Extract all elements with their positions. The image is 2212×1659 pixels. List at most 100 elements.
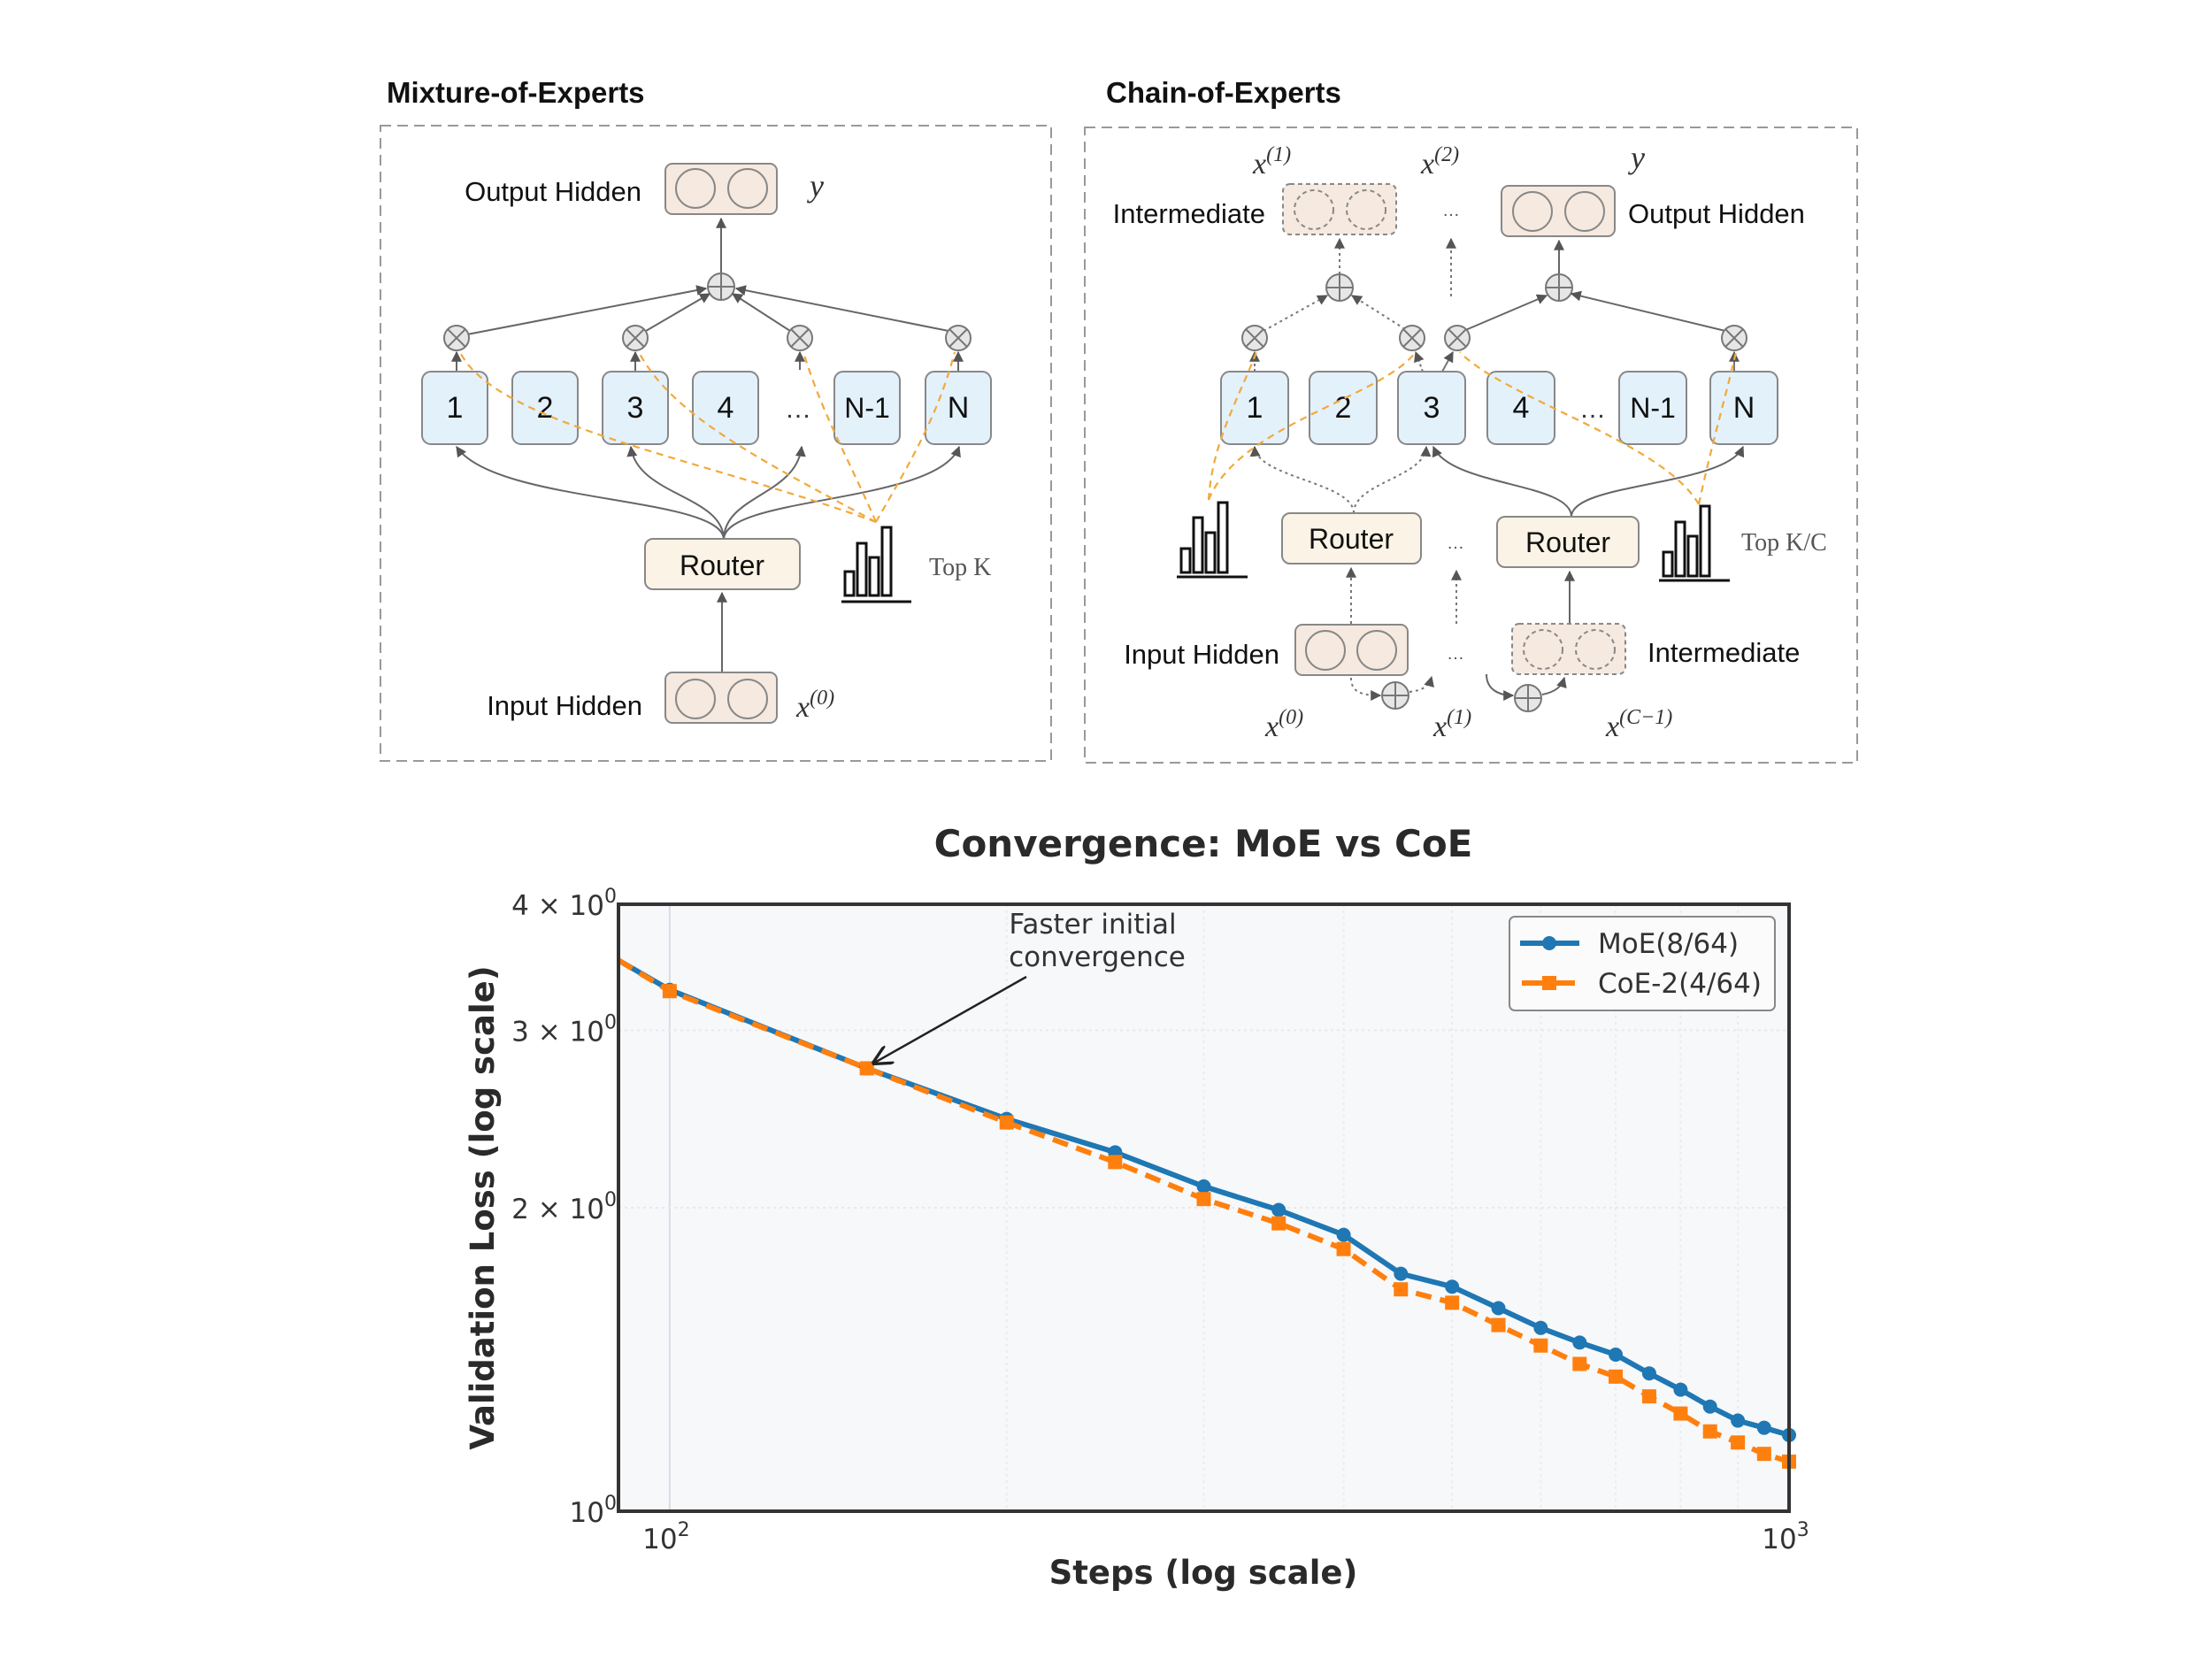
sum-node-icon bbox=[707, 273, 735, 301]
coe-intermediate-bottom-label: Intermediate bbox=[1647, 637, 1800, 668]
data-point-moe bbox=[1271, 1202, 1286, 1217]
data-point-coe bbox=[859, 1061, 874, 1076]
coe-expert-n: N bbox=[1709, 371, 1778, 445]
data-point-moe bbox=[1572, 1335, 1587, 1350]
topk-bar-chart-icon bbox=[1177, 501, 1248, 579]
moe-input-hidden-box bbox=[664, 672, 778, 724]
data-point-coe bbox=[1609, 1369, 1624, 1384]
coe-bottom-ellipsis: … bbox=[1447, 644, 1464, 664]
multiply-node-icon bbox=[622, 325, 649, 351]
data-point-coe bbox=[999, 1115, 1014, 1130]
figure-canvas: Mixture-of-Experts Output Hidden y 1 2 3… bbox=[380, 76, 1858, 1592]
moe-panel: Mixture-of-Experts Output Hidden y 1 2 3… bbox=[380, 76, 1052, 762]
moe-expert-3: 3 bbox=[602, 371, 669, 445]
moe-expert-ellipsis: … bbox=[785, 395, 811, 424]
svg-text:Router: Router bbox=[1525, 526, 1610, 558]
data-point-coe bbox=[1533, 1338, 1548, 1353]
data-point-coe bbox=[1445, 1295, 1460, 1310]
svg-text:N-1: N-1 bbox=[844, 392, 890, 424]
data-point-moe bbox=[1702, 1399, 1717, 1414]
multiply-node-icon bbox=[787, 325, 813, 351]
data-point-moe bbox=[1609, 1348, 1624, 1363]
data-point-coe bbox=[1271, 1216, 1286, 1231]
convergence-chart: Convergence: MoE vs CoE 4 × 100 3 × 100 2 … bbox=[464, 822, 1809, 1592]
svg-text:N: N bbox=[1733, 391, 1755, 425]
topk-bar-chart-icon bbox=[1659, 504, 1730, 582]
coe-input-hidden-box bbox=[1294, 624, 1409, 676]
x-tick-label: 103 bbox=[1762, 1519, 1809, 1555]
data-point-coe bbox=[1572, 1356, 1587, 1371]
coe-intermediate-top-label: Intermediate bbox=[1113, 198, 1265, 229]
data-point-coe bbox=[1394, 1282, 1409, 1297]
data-point-moe bbox=[1196, 1179, 1211, 1194]
y-tick-label: 4 × 100 bbox=[511, 886, 617, 922]
moe-input-label: Input Hidden bbox=[487, 690, 642, 721]
moe-router: Router bbox=[644, 538, 801, 590]
moe-output-label: Output Hidden bbox=[465, 176, 641, 207]
x-axis-label: Steps (log scale) bbox=[1049, 1554, 1358, 1592]
multiply-node-icon bbox=[945, 325, 972, 351]
y-tick-label: 3 × 100 bbox=[511, 1011, 617, 1048]
y-tick-label: 100 bbox=[570, 1493, 617, 1529]
data-point-coe bbox=[1196, 1192, 1211, 1207]
coe-expert-1: 1 bbox=[1220, 371, 1289, 445]
svg-text:2: 2 bbox=[537, 391, 554, 425]
moe-input-var: x(0) bbox=[795, 687, 834, 724]
svg-text:4: 4 bbox=[1513, 391, 1530, 425]
data-point-coe bbox=[1731, 1435, 1746, 1450]
svg-text:4: 4 bbox=[718, 391, 734, 425]
data-point-coe bbox=[1641, 1389, 1656, 1404]
coe-expert-ellipsis: … bbox=[1579, 395, 1606, 424]
x-tick-label: 102 bbox=[642, 1519, 689, 1555]
svg-text:1: 1 bbox=[447, 391, 464, 425]
svg-text:CoE-2(4/64): CoE-2(4/64) bbox=[1598, 968, 1762, 1000]
moe-expert-1: 1 bbox=[421, 371, 488, 445]
svg-text:Router: Router bbox=[1309, 523, 1394, 555]
coe-intermediate-bottom-box bbox=[1511, 623, 1626, 675]
chart-title: Convergence: MoE vs CoE bbox=[934, 822, 1473, 865]
data-point-coe bbox=[1491, 1317, 1506, 1333]
y-axis-label: Validation Loss (log scale) bbox=[464, 965, 502, 1449]
data-point-moe bbox=[1673, 1382, 1688, 1397]
coe-bottom-var-1: x(1) bbox=[1432, 706, 1471, 743]
coe-expert-2: 2 bbox=[1309, 371, 1378, 445]
multiply-node-icon bbox=[443, 325, 470, 351]
coe-topk-label: Top K/C bbox=[1741, 529, 1827, 557]
coe-bottom-var-c-minus-1: x(C−1) bbox=[1605, 706, 1672, 743]
data-point-moe bbox=[1394, 1266, 1409, 1281]
moe-topk-label: Top K bbox=[929, 554, 991, 581]
coe-top-ellipsis: … bbox=[1442, 201, 1460, 220]
moe-output-hidden-box bbox=[664, 163, 778, 215]
annotation-line-2: convergence bbox=[1009, 941, 1186, 973]
topk-bar-chart-icon bbox=[841, 526, 911, 603]
sum-node-icon bbox=[1545, 273, 1573, 302]
annotation-line-1: Faster initial bbox=[1009, 909, 1176, 941]
multiply-node-icon bbox=[1444, 325, 1471, 351]
multiply-node-icon bbox=[1721, 325, 1747, 351]
coe-router-2: Router bbox=[1496, 516, 1640, 568]
moe-title: Mixture-of-Experts bbox=[387, 76, 645, 109]
data-point-coe bbox=[1336, 1241, 1351, 1256]
svg-text:3: 3 bbox=[1424, 391, 1440, 425]
moe-expert-4: 4 bbox=[692, 371, 759, 445]
data-point-moe bbox=[1641, 1366, 1656, 1381]
moe-expert-2: 2 bbox=[511, 371, 579, 445]
data-point-moe bbox=[1756, 1420, 1771, 1435]
svg-text:3: 3 bbox=[627, 391, 644, 425]
coe-output-hidden-box bbox=[1501, 185, 1616, 237]
coe-expert-3: 3 bbox=[1397, 371, 1466, 445]
moe-output-var: y bbox=[807, 168, 824, 204]
x-ticks: 102 103 bbox=[642, 1519, 1809, 1555]
data-point-coe bbox=[1702, 1424, 1717, 1439]
sum-node-icon bbox=[1514, 684, 1542, 712]
coe-output-label: Output Hidden bbox=[1628, 198, 1805, 229]
coe-top-var-y: y bbox=[1628, 140, 1645, 175]
multiply-node-icon bbox=[1241, 325, 1268, 351]
y-ticks: 4 × 100 3 × 100 2 × 100 100 bbox=[511, 886, 617, 1529]
data-point-moe bbox=[1491, 1301, 1506, 1316]
data-point-moe bbox=[1336, 1227, 1351, 1242]
coe-top-var-2: x(2) bbox=[1420, 143, 1459, 180]
data-point-coe bbox=[1756, 1447, 1771, 1462]
data-point-coe bbox=[1108, 1155, 1123, 1170]
sum-node-icon bbox=[1325, 273, 1354, 302]
